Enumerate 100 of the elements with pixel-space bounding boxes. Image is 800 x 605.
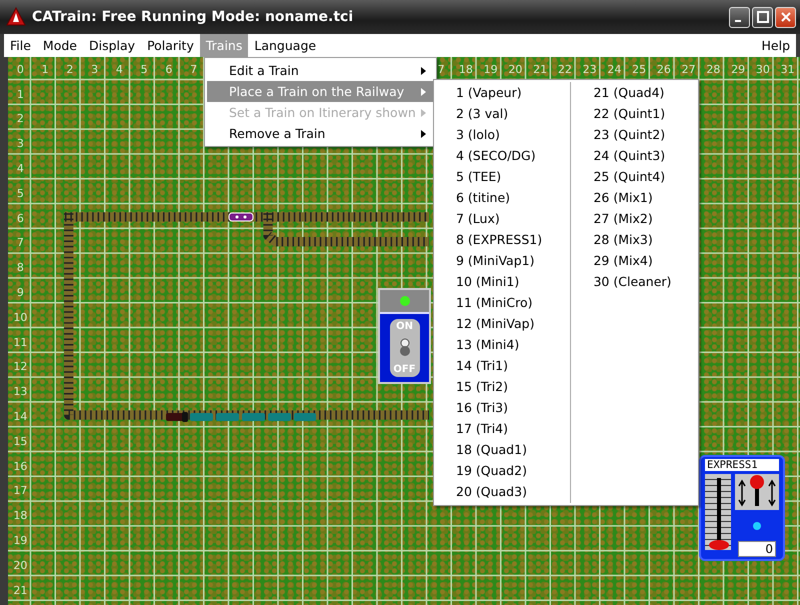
menu-item[interactable]: 11 (MiniCro) xyxy=(434,292,570,313)
grid-label: 19 xyxy=(484,62,498,76)
menu-item[interactable]: Mode xyxy=(36,34,83,57)
grid-label: 25 xyxy=(632,62,646,76)
menu-item[interactable]: 15 (Tri2) xyxy=(434,376,570,397)
menu-item[interactable]: Remove a Train xyxy=(207,123,434,144)
grid-label: 12 xyxy=(13,360,28,374)
throttle-slider[interactable] xyxy=(705,474,731,550)
maximize-button[interactable] xyxy=(752,6,773,28)
grid-label: 22 xyxy=(558,62,572,76)
menu-item[interactable]: 1 (Vapeur) xyxy=(434,82,570,103)
menu-item[interactable]: Display xyxy=(82,34,142,57)
menu-item[interactable]: 23 (Quint2) xyxy=(571,124,698,145)
menu-item[interactable]: 12 (MiniVap) xyxy=(434,313,570,334)
submenu-arrow-icon xyxy=(421,66,426,74)
grid-label: 9 xyxy=(16,286,24,300)
grid-label: 5 xyxy=(16,186,24,200)
grid-label: 23 xyxy=(582,62,597,76)
grid-label: 13 xyxy=(13,385,28,398)
menu-item[interactable]: 25 (Quint4) xyxy=(571,166,698,187)
grid-label: 17 xyxy=(13,484,28,498)
menu-item[interactable]: 4 (SECO/DG) xyxy=(434,145,570,166)
submenu-arrow-icon xyxy=(421,88,426,96)
grid-label: 6 xyxy=(16,212,24,225)
grid-label: 15 xyxy=(13,434,28,448)
grid-label: 7 xyxy=(438,62,445,76)
menu-item[interactable]: 27 (Mix2) xyxy=(571,208,698,229)
menu-item[interactable]: Help xyxy=(756,34,796,57)
slider-thumb[interactable] xyxy=(709,540,729,550)
speed-readout: 0 xyxy=(738,541,776,557)
menu-item[interactable]: 2 (3 val) xyxy=(434,103,570,124)
grid-label: 24 xyxy=(607,62,622,76)
menu-item[interactable]: Polarity xyxy=(141,34,200,57)
grid-label: 8 xyxy=(16,261,24,274)
app-icon xyxy=(6,7,26,27)
menu-item[interactable]: 21 (Quad4) xyxy=(571,82,698,103)
menu-item[interactable]: 26 (Mix1) xyxy=(571,187,698,208)
menu-item[interactable]: 10 (Mini1) xyxy=(434,271,570,292)
menu-item[interactable]: Edit a Train xyxy=(207,60,434,81)
menu-item[interactable]: 7 (Lux) xyxy=(434,208,570,229)
minimize-icon xyxy=(734,20,740,22)
menu-item[interactable]: 16 (Tri3) xyxy=(434,397,570,418)
grid-label: 3 xyxy=(16,137,24,150)
minimize-button[interactable] xyxy=(729,6,750,28)
grid-label: 10 xyxy=(13,310,28,324)
window-title: CATrain: Free Running Mode: noname.tci xyxy=(32,9,354,25)
grid-label: 21 xyxy=(533,62,548,76)
grid-label: 1 xyxy=(42,62,49,76)
grid-label: 4 xyxy=(116,62,123,76)
grid-label: 27 xyxy=(682,62,696,76)
grid-label: 28 xyxy=(706,62,720,76)
train-name-field: EXPRESS1 xyxy=(705,459,779,471)
indicator-light xyxy=(753,522,761,530)
grid-label: 21 xyxy=(13,584,28,597)
grid-label: 20 xyxy=(508,62,522,76)
grid-label: 18 xyxy=(458,62,473,76)
menu-item[interactable]: 8 (EXPRESS1) xyxy=(434,229,570,250)
close-icon xyxy=(780,11,792,23)
menu-item[interactable]: 22 (Quint1) xyxy=(571,103,698,124)
menu-item[interactable]: 19 (Quad2) xyxy=(434,460,570,481)
menu-item[interactable]: 24 (Quint3) xyxy=(571,145,698,166)
grid-label: 26 xyxy=(656,62,671,76)
grid-label: 30 xyxy=(756,62,770,76)
maximize-icon xyxy=(756,11,768,23)
grid-label: 7 xyxy=(16,236,24,250)
menu-item[interactable]: 28 (Mix3) xyxy=(571,229,698,250)
grid-label: 14 xyxy=(13,410,28,424)
menu-item[interactable]: 29 (Mix4) xyxy=(571,250,698,271)
menu-item[interactable]: 14 (Tri1) xyxy=(434,355,570,376)
grid-label: 6 xyxy=(165,62,172,76)
grid-label: 18 xyxy=(13,509,28,522)
grid-label: 29 xyxy=(731,62,746,76)
menu-item[interactable]: 13 (Mini4) xyxy=(434,334,570,355)
menu-item[interactable]: 9 (MiniVap1) xyxy=(434,250,570,271)
menu-item[interactable]: 6 (titine) xyxy=(434,187,570,208)
grid-label: 3 xyxy=(91,62,98,76)
menu-item[interactable]: 20 (Quad3) xyxy=(434,481,570,502)
railcar-icon xyxy=(228,211,254,223)
grid-label: 2 xyxy=(66,62,74,76)
menu-item[interactable]: File xyxy=(4,34,37,57)
grid-label: 2 xyxy=(16,112,24,126)
grid-label: 0 xyxy=(16,62,24,76)
submenu-arrow-icon xyxy=(421,108,426,116)
menu-item[interactable]: Language xyxy=(248,34,322,57)
menu-item[interactable]: 3 (lolo) xyxy=(434,124,570,145)
menu-item[interactable]: 5 (TEE) xyxy=(434,166,570,187)
grid-label: 1 xyxy=(16,88,24,101)
menu-item[interactable]: 17 (Tri4) xyxy=(434,418,570,439)
close-button[interactable] xyxy=(775,6,796,28)
grid-label: 20 xyxy=(13,558,28,572)
grid-label: 31 xyxy=(780,62,795,76)
menu-item[interactable]: 18 (Quad1) xyxy=(434,439,570,460)
grid-label: 11 xyxy=(13,336,28,349)
grid-label: 16 xyxy=(13,460,28,473)
grid-label: 7 xyxy=(190,62,198,76)
menu-item[interactable]: 30 (Cleaner) xyxy=(571,271,698,292)
grid-label: 4 xyxy=(16,162,24,176)
direction-lever-icon[interactable] xyxy=(735,474,779,510)
submenu-arrow-icon xyxy=(421,130,426,138)
grid-label: 5 xyxy=(140,62,148,76)
